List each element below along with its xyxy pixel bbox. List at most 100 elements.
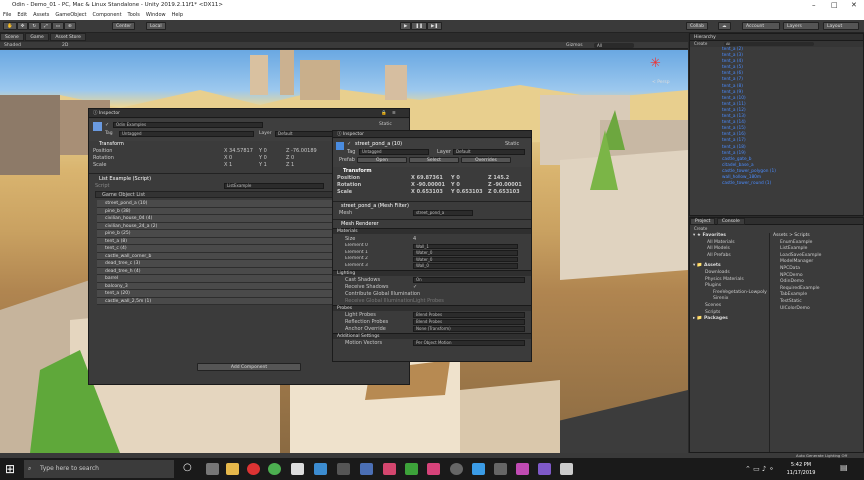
- material-element-field[interactable]: Water_0: [413, 250, 518, 256]
- app-icon-4[interactable]: [360, 463, 373, 475]
- gizmos-dropdown[interactable]: Gizmos: [566, 42, 583, 49]
- clock-date[interactable]: 11/17/2019: [782, 470, 820, 476]
- assets-header[interactable]: ▾ 📁 Assets: [693, 263, 767, 270]
- go2-position-z[interactable]: Z 145.2: [488, 175, 509, 181]
- app-icon-1[interactable]: [247, 463, 260, 475]
- minimize-icon[interactable]: –: [812, 0, 816, 11]
- menu-assets[interactable]: Assets: [33, 11, 49, 20]
- space-toggle[interactable]: Local: [146, 22, 166, 30]
- step-icon[interactable]: ▶❚: [427, 22, 443, 30]
- favorite-item[interactable]: All Materials: [693, 240, 767, 247]
- cloud-icon[interactable]: ☁: [718, 22, 731, 30]
- tab-scene[interactable]: Scene: [0, 33, 24, 41]
- lock-icon[interactable]: 🔒: [381, 109, 387, 118]
- mesh-field[interactable]: street_pond_a: [413, 210, 473, 216]
- material-element-field[interactable]: Water_0: [413, 256, 518, 262]
- mesh-renderer-title[interactable]: Mesh Renderer: [341, 221, 379, 227]
- notifications-icon[interactable]: ▤: [840, 463, 848, 472]
- asset-folder[interactable]: Downloads: [693, 270, 767, 277]
- script-field[interactable]: ListExample: [224, 183, 324, 189]
- pivot-toggle[interactable]: Center: [112, 22, 136, 30]
- hierarchy-item[interactable]: castle_tower_round (1): [690, 181, 863, 187]
- menu-edit[interactable]: Edit: [17, 11, 27, 20]
- probes-section[interactable]: Probes: [333, 305, 531, 311]
- script-file[interactable]: TestStatic: [770, 299, 863, 306]
- tab-project[interactable]: Project: [690, 218, 716, 225]
- favorite-item[interactable]: All Models: [693, 246, 767, 253]
- scale-y[interactable]: Y 1: [259, 162, 267, 168]
- pause-icon[interactable]: ❚❚: [411, 22, 428, 30]
- go2-name[interactable]: street_pond_a (10): [355, 141, 402, 147]
- hierarchy-search-input[interactable]: All: [724, 42, 814, 46]
- scene-search-input[interactable]: All: [594, 43, 634, 48]
- go2-tag-dropdown[interactable]: Untagged: [359, 149, 429, 155]
- scale-x[interactable]: X 1: [224, 162, 232, 168]
- material-element-field[interactable]: Wall_0: [413, 263, 518, 269]
- app-icon-9[interactable]: [494, 463, 507, 475]
- project-create-dropdown[interactable]: Create: [694, 226, 707, 231]
- materials-section[interactable]: Materials: [333, 228, 531, 234]
- asset-folder[interactable]: FreeVegetation-Lowpoly: [693, 290, 767, 297]
- menu-component[interactable]: Component: [93, 11, 122, 20]
- app-icon-8[interactable]: [450, 463, 463, 475]
- light-probes-dropdown[interactable]: Blend Probes: [413, 312, 525, 318]
- cast-shadows-dropdown[interactable]: On: [413, 277, 525, 283]
- app-icon-5[interactable]: [383, 463, 396, 475]
- tab-game[interactable]: Game: [25, 33, 49, 41]
- file-explorer-icon[interactable]: [226, 463, 239, 475]
- asset-folder[interactable]: Plugins: [693, 283, 767, 290]
- position-x[interactable]: X 34.57817: [224, 148, 253, 154]
- prefab-open-button[interactable]: Open: [357, 157, 407, 163]
- additional-settings-section[interactable]: Additional Settings: [333, 333, 531, 339]
- anchor-override-field[interactable]: None (Transform): [413, 326, 525, 332]
- go2-rotation-x[interactable]: X -90.00001: [411, 182, 445, 188]
- go2-rotation-z[interactable]: Z -90.00001: [488, 182, 522, 188]
- rotation-y[interactable]: Y 0: [259, 155, 267, 161]
- transform-title[interactable]: Transform: [99, 141, 124, 147]
- chrome-icon[interactable]: [268, 463, 281, 475]
- asset-folder[interactable]: Scenes: [693, 303, 767, 310]
- go2-position-y[interactable]: Y 0: [451, 175, 460, 181]
- app-icon-10[interactable]: [516, 463, 529, 475]
- windows-start-icon[interactable]: ⊞: [5, 462, 15, 476]
- packages-header[interactable]: ▸ 📁 Packages: [693, 316, 767, 323]
- go2-scale-x[interactable]: X 0.653103: [411, 189, 443, 195]
- tag-dropdown[interactable]: Untagged: [119, 131, 254, 137]
- scene-gizmo-axis-icon[interactable]: ✳: [650, 56, 661, 71]
- script-file[interactable]: NPCData: [770, 266, 863, 273]
- static-toggle[interactable]: Static: [379, 122, 392, 127]
- hand-tool-icon[interactable]: ✋: [3, 22, 17, 30]
- visual-studio-icon[interactable]: [538, 463, 551, 475]
- active-checkbox[interactable]: ✓: [105, 122, 109, 128]
- motion-vectors-dropdown[interactable]: Per Object Motion: [413, 340, 525, 346]
- scale-z[interactable]: Z 1: [286, 162, 294, 168]
- prefab-overrides-dropdown[interactable]: Overrides: [461, 157, 511, 163]
- shading-mode-dropdown[interactable]: Shaded: [4, 42, 21, 49]
- favorites-header[interactable]: ▾ ★ Favorites: [693, 233, 767, 240]
- go2-active-checkbox[interactable]: ✓: [347, 141, 351, 147]
- receive-shadows-checkbox[interactable]: ✓: [413, 284, 417, 290]
- add-component-button[interactable]: Add Component: [197, 363, 301, 371]
- move-tool-icon[interactable]: ✥: [16, 22, 29, 30]
- lighting-section[interactable]: Lighting: [333, 270, 531, 276]
- go2-rotation-y[interactable]: Y 0: [451, 182, 460, 188]
- menu-gameobject[interactable]: GameObject: [55, 11, 86, 20]
- rotation-z[interactable]: Z 0: [286, 155, 294, 161]
- app-icon-3[interactable]: [337, 463, 350, 475]
- mesh-filter-title[interactable]: street_pond_a (Mesh Filter): [341, 203, 409, 209]
- perspective-label[interactable]: < Persp: [652, 80, 670, 85]
- layers-dropdown[interactable]: Layers: [783, 22, 819, 30]
- go2-scale-z[interactable]: Z 0.653103: [488, 189, 520, 195]
- collab-button[interactable]: Collab: [686, 22, 709, 30]
- transform-tool-icon[interactable]: ⊕: [64, 22, 76, 30]
- unity-icon[interactable]: [560, 463, 573, 475]
- menu-help[interactable]: Help: [172, 11, 183, 20]
- clock-time[interactable]: 5:42 PM: [782, 462, 820, 468]
- go2-static-toggle[interactable]: Static: [505, 141, 519, 147]
- unity-hub-icon[interactable]: [291, 463, 304, 475]
- tab-asset-store[interactable]: Asset Store: [50, 33, 86, 41]
- hierarchy-title[interactable]: Hierarchy: [694, 35, 716, 40]
- script-file[interactable]: OdinDemo: [770, 279, 863, 286]
- maximize-icon[interactable]: □: [831, 0, 838, 11]
- task-view-icon[interactable]: ○: [183, 462, 192, 473]
